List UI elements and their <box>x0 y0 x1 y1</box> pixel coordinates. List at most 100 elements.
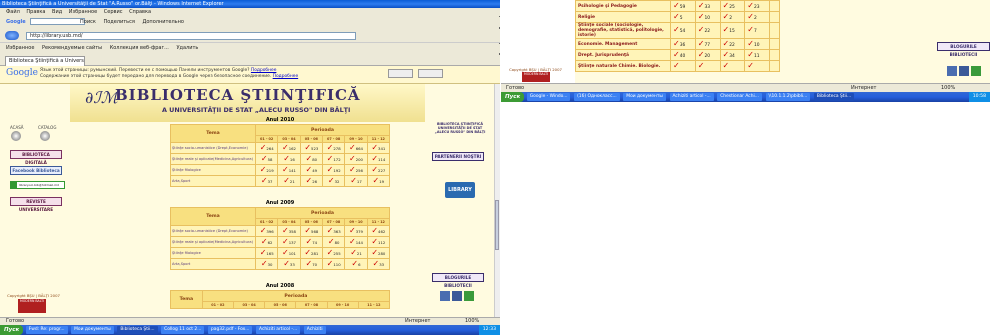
clock: 12:33 <box>478 325 500 335</box>
count-value: 114 <box>378 157 386 162</box>
taskbar-item[interactable]: Chestionar Achi... <box>717 93 762 101</box>
table-row: Ştiinţe sociale (sociologie, demografie,… <box>575 22 780 39</box>
count-cell: ✓192 <box>321 164 346 176</box>
empty-cell <box>769 22 780 39</box>
translate-subtext: Содержание этой страницы будет передано … <box>40 74 272 79</box>
translate-sub-link[interactable]: Подробнее <box>273 74 298 79</box>
facebook-button[interactable]: Facebook Biblioteca <box>10 166 62 175</box>
favorites-item-suggested[interactable]: Рекомендуемые сайты <box>42 45 102 51</box>
count-value: 568 <box>311 229 319 234</box>
favorites-button[interactable]: Избранное <box>6 45 34 51</box>
facebook-icon-right[interactable] <box>959 66 969 76</box>
table-row: Ştiinţe naturale Chimie. Biologie. ✓ ✓ ✓ ✓ <box>575 60 780 72</box>
favorites-item-delete[interactable]: Удалить <box>176 45 198 51</box>
more-button[interactable]: Дополнительно <box>142 19 183 25</box>
back-forward-icon[interactable] <box>5 31 19 40</box>
modern-balti-badge-right: MODERN BALTI <box>522 72 550 82</box>
menu-bar: Файл Правка Вид Избранное Сервис Справка <box>0 8 500 16</box>
start-button[interactable]: Пуск <box>0 325 24 335</box>
count-cell: ✓6 <box>344 258 368 270</box>
library-logo: ∂ℐℳ <box>85 88 118 107</box>
translate-more-link[interactable]: Подробнее <box>251 68 276 73</box>
count-cell: ✓227 <box>366 164 391 176</box>
contact-email[interactable]: library.sci.bib@hotmail.md <box>10 181 65 189</box>
count-value: 34 <box>729 53 735 59</box>
status-zoom[interactable]: 100% <box>465 318 479 325</box>
taskbar-item[interactable]: Collog 11 oct 2... <box>161 326 205 334</box>
count-value: 30 <box>267 262 273 267</box>
empty-cell <box>769 38 780 50</box>
window-title-bar: Biblioteca Ştiinţifică a Universităţii d… <box>0 0 500 8</box>
count-cell: ✓33 <box>366 258 391 270</box>
count-cell: ✓10 <box>744 38 770 50</box>
year-heading-2008: Anul 2008 <box>265 283 295 289</box>
status-zoom-right[interactable]: 100% <box>941 84 955 92</box>
digital-library-button[interactable]: BIBLIOTECA DIGITALĂ <box>10 150 62 165</box>
journals-button[interactable]: REVISTE UNIVERSITARE <box>10 197 62 212</box>
taskbar-item[interactable]: Achiziti articol -... <box>669 93 714 101</box>
taskbar-item[interactable]: Мои документы <box>623 93 666 101</box>
menu-tools[interactable]: Сервис <box>104 9 123 15</box>
taskbar-item-active[interactable]: Biblioteca Ştii... <box>813 93 855 101</box>
count-cell: ✓165 <box>254 247 279 259</box>
month-header: 07 - 08 <box>295 301 328 309</box>
plus-icon-right[interactable] <box>971 66 981 76</box>
taskbar-item[interactable]: Google - Windo... <box>526 93 571 101</box>
favorites-item-webslice[interactable]: Коллекция веб-фраг... <box>110 45 169 51</box>
library-link-logo[interactable]: LIBRARY <box>445 182 475 198</box>
count-value: 462 <box>378 229 386 234</box>
google-search-input[interactable] <box>30 18 86 25</box>
social-icon-1[interactable] <box>440 291 450 301</box>
translate-no-button[interactable] <box>417 69 443 78</box>
facebook-icon[interactable] <box>452 291 462 301</box>
taskbar-item[interactable]: Achiziti articol -... <box>256 326 301 334</box>
social-icon-right-1[interactable] <box>947 66 957 76</box>
share-button[interactable]: Поделиться <box>103 19 134 25</box>
taskbar-item-active[interactable]: Biblioteca Ştii... <box>117 326 158 334</box>
count-value: 165 <box>266 251 274 256</box>
home-label[interactable]: ACASĂ <box>10 125 23 130</box>
count-cell: ✓70 <box>299 258 323 270</box>
count-value: 25 <box>729 4 735 10</box>
menu-view[interactable]: Вид <box>52 9 62 15</box>
taskbar-item[interactable]: Мои документы <box>71 326 114 334</box>
count-value: 32 <box>334 179 340 184</box>
catalog-icon[interactable] <box>40 131 50 141</box>
menu-file[interactable]: Файл <box>6 9 20 15</box>
google-logo: Google <box>6 68 38 78</box>
menu-favorites[interactable]: Избранное <box>69 9 97 15</box>
address-input[interactable]: http://library.usb.md/ <box>26 32 356 40</box>
checkmark-icon: ✓ <box>283 154 290 163</box>
month-header: 07 - 08 <box>321 218 346 226</box>
taskbar-item[interactable]: Fwd: Re: progr... <box>25 326 68 334</box>
count-cell: ✓462 <box>366 225 391 237</box>
plus-icon[interactable] <box>464 291 474 301</box>
catalog-label[interactable]: CATALOG <box>38 125 56 130</box>
translate-yes-button[interactable] <box>388 69 413 78</box>
count-value: 20 <box>704 53 711 59</box>
search-button[interactable]: Поиск <box>80 19 96 25</box>
home-icon[interactable] <box>11 131 21 141</box>
count-cell: ✓ <box>744 60 770 72</box>
count-value: 21 <box>289 179 295 184</box>
table-row: Psihologie şi Pedagogie ✓59 ✓33 ✓25 ✓23 <box>575 0 780 12</box>
start-button-right[interactable]: Пуск <box>501 92 525 102</box>
checkmark-icon: ✓ <box>747 11 754 21</box>
menu-edit[interactable]: Правка <box>26 9 45 15</box>
count-cell: ✓21 <box>277 175 301 187</box>
taskbar-item[interactable]: Achiziti <box>303 326 326 334</box>
blogs-button[interactable]: BLOGURILE BIBLIOTECII <box>432 273 484 288</box>
taskbar-item[interactable]: pag32.pdf - Fox... <box>208 326 253 334</box>
count-cell: ✓22 <box>719 38 746 50</box>
month-header: 03 - 04 <box>277 135 301 143</box>
blogs-button-right[interactable]: BLOGURILE BIBLIOTECII <box>937 42 990 57</box>
translate-text: Язык этой страницы: румынский. Перевести… <box>40 68 250 73</box>
scrollbar-thumb[interactable] <box>495 200 499 250</box>
tab-biblioteca[interactable]: Biblioteca Ştiinţifică a Universităţii d… <box>5 56 85 66</box>
taskbar-item[interactable]: \\10.1.1.2\pbibli... <box>765 93 811 101</box>
count-cell: ✓256 <box>344 164 368 176</box>
taskbar-item[interactable]: (16) Однокласс... <box>574 93 620 101</box>
menu-help[interactable]: Справка <box>129 9 151 15</box>
count-value: 19 <box>379 179 385 184</box>
partners-button[interactable]: PARTENERII NOŞTRI <box>432 152 484 161</box>
